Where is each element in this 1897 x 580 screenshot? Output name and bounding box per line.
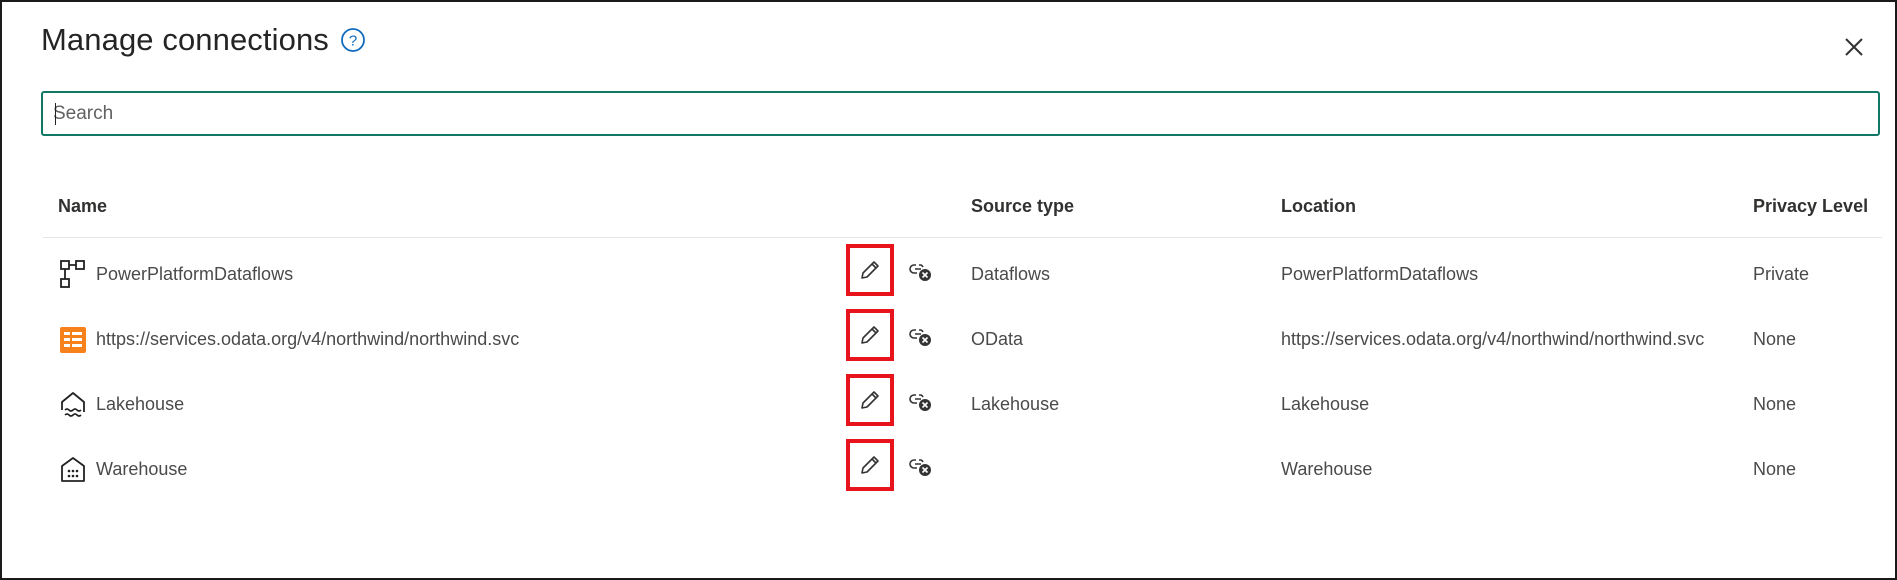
- unlink-icon[interactable]: [907, 322, 933, 348]
- svg-text:?: ?: [349, 33, 357, 50]
- pencil-icon: [861, 391, 879, 409]
- column-header-source-type[interactable]: Source type: [971, 196, 1074, 217]
- lakehouse-icon: [61, 392, 85, 417]
- pencil-icon: [861, 456, 879, 474]
- table-row[interactable]: https://services.odata.org/v4/northwind/…: [2, 309, 1897, 373]
- connection-name: https://services.odata.org/v4/northwind/…: [96, 329, 520, 349]
- dataflow-icon: [60, 260, 85, 288]
- privacy-level: None: [1753, 459, 1797, 479]
- source-type: Dataflows: [971, 264, 1051, 284]
- odata-icon: [60, 327, 86, 353]
- table-row[interactable]: PowerPlatformDataflows Dataflows PowerPl…: [2, 244, 1897, 308]
- location: Warehouse: [1281, 459, 1373, 479]
- header-divider: [43, 237, 1882, 238]
- search-box: [41, 91, 1880, 136]
- unlink-icon[interactable]: [907, 387, 933, 413]
- connection-name: Warehouse: [96, 459, 188, 479]
- unlink-icon[interactable]: [907, 452, 933, 478]
- connection-name: PowerPlatformDataflows: [96, 264, 294, 284]
- column-header-name[interactable]: Name: [58, 196, 107, 217]
- privacy-level: Private: [1753, 264, 1810, 284]
- edit-button[interactable]: [846, 309, 894, 361]
- search-input[interactable]: [43, 93, 1878, 134]
- column-header-privacy-level[interactable]: Privacy Level: [1753, 196, 1868, 217]
- location: PowerPlatformDataflows: [1281, 264, 1479, 284]
- pencil-icon: [861, 326, 879, 344]
- close-icon[interactable]: [1843, 36, 1865, 58]
- unlink-icon[interactable]: [907, 257, 933, 283]
- location: https://services.odata.org/v4/northwind/…: [1281, 329, 1705, 349]
- question-circle-icon[interactable]: ?: [340, 27, 366, 53]
- dialog-title: Manage connections: [41, 22, 329, 57]
- edit-button[interactable]: [846, 439, 894, 491]
- privacy-level: None: [1753, 394, 1797, 414]
- text-caret: [55, 103, 56, 125]
- column-header-location[interactable]: Location: [1281, 196, 1356, 217]
- location: Lakehouse: [1281, 394, 1370, 414]
- source-type: OData: [971, 329, 1024, 349]
- source-type: Lakehouse: [971, 394, 1060, 414]
- edit-button[interactable]: [846, 244, 894, 296]
- table-row[interactable]: Lakehouse Lakehouse Lakehouse None: [2, 374, 1897, 438]
- manage-connections-dialog: Manage connections ? Name Source type Lo…: [0, 0, 1897, 580]
- table-row[interactable]: Warehouse Warehouse None: [2, 439, 1897, 503]
- privacy-level: None: [1753, 329, 1797, 349]
- warehouse-icon: [61, 457, 85, 482]
- pencil-icon: [861, 261, 879, 279]
- edit-button[interactable]: [846, 374, 894, 426]
- connection-name: Lakehouse: [96, 394, 185, 414]
